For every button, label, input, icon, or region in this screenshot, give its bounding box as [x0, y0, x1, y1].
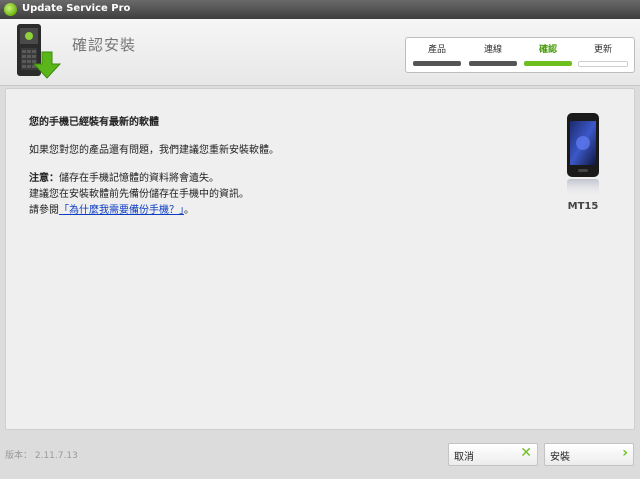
step-bar [469, 61, 517, 66]
cancel-label: 取消 [454, 452, 474, 463]
phone-download-icon [17, 24, 62, 79]
see-prefix: 請參閱 [29, 205, 59, 216]
device-model: MT15 [567, 201, 599, 212]
close-icon: ✕ [520, 445, 532, 461]
chevron-right-icon: › [622, 445, 628, 461]
step-confirm: 確認 [523, 42, 573, 66]
note-text: 儲存在手機記憶體的資料將會遺失。 [59, 173, 219, 184]
see-suffix: 。 [184, 205, 194, 216]
version-label: 版本： 2.11.7.13 [5, 451, 78, 461]
step-update: 更新 [578, 42, 628, 67]
note-label: 注意： [29, 173, 59, 184]
step-connect: 連線 [468, 42, 518, 66]
progress-steps: 產品 連線 確認 更新 [405, 37, 635, 73]
step-label: 產品 [427, 45, 446, 55]
see-also: 請參閱「為什麼我需要備份手機？」。 [29, 201, 194, 216]
step-product: 產品 [412, 42, 462, 66]
step-label: 確認 [538, 45, 557, 55]
status-heading: 您的手機已經裝有最新的軟體 [29, 117, 159, 128]
install-label: 安裝 [550, 452, 570, 463]
cancel-button[interactable]: 取消 ✕ [448, 443, 538, 466]
why-backup-link[interactable]: 「為什麼我需要備份手機？」 [59, 205, 184, 216]
step-title: 確認安裝 [72, 36, 137, 54]
reinstall-advice: 如果您對您的產品還有問題，我們建議您重新安裝軟體。 [29, 145, 279, 156]
warning-note: 注意：儲存在手機記憶體的資料將會遺失。 [29, 169, 219, 184]
step-label: 更新 [593, 45, 612, 55]
window-title: Update Service Pro [22, 3, 131, 14]
phone-image [567, 113, 599, 197]
title-bar: Update Service Pro [0, 0, 640, 19]
step-bar [413, 61, 461, 66]
content-panel: 您的手機已經裝有最新的軟體 如果您對您的產品還有問題，我們建議您重新安裝軟體。 … [5, 88, 635, 430]
step-label: 連線 [483, 45, 502, 55]
backup-advice: 建議您在安裝軟體前先備份儲存在手機中的資訊。 [29, 189, 249, 200]
install-button[interactable]: 安裝 › [544, 443, 634, 466]
wizard-header: 確認安裝 產品 連線 確認 更新 [0, 19, 640, 86]
app-logo-icon [4, 3, 17, 16]
step-bar [524, 61, 572, 66]
step-bar [578, 61, 628, 67]
